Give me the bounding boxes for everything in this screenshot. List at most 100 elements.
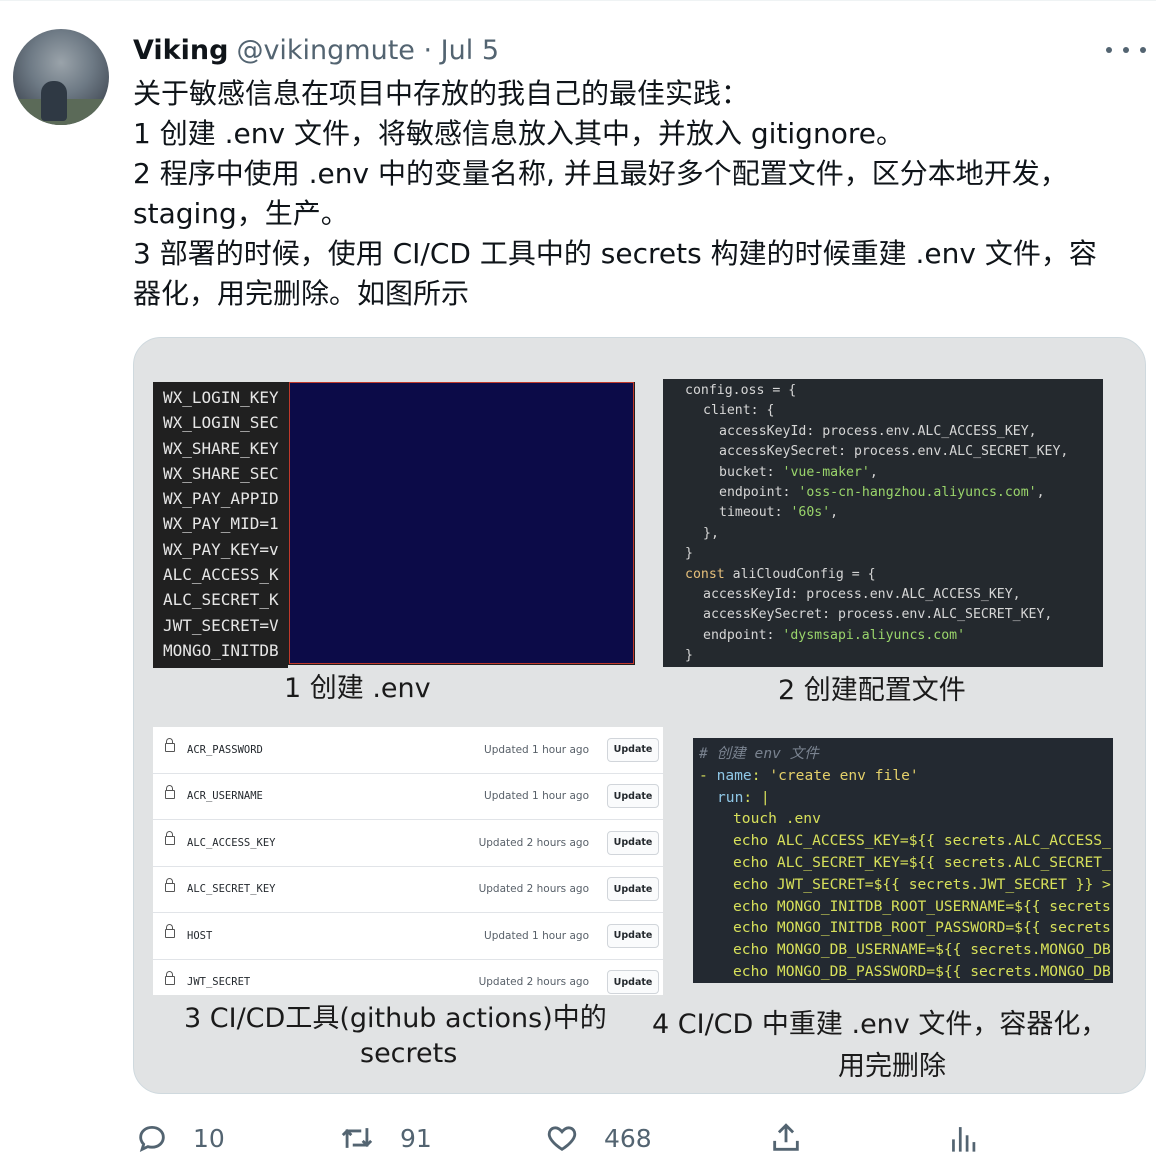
code-line: echo MONGO_INITDB_ROOT_PASSWORD=${{ secr… xyxy=(733,919,1111,937)
retweet-count: 91 xyxy=(400,1123,432,1153)
secret-row: HOST Updated 1 hour ago Update xyxy=(153,913,663,960)
heart-icon xyxy=(547,1126,577,1151)
update-button: Update xyxy=(607,923,659,948)
env-var-line: WX_LOGIN_SEC xyxy=(163,413,279,433)
code-line: echo JWT_SECRET=${{ secrets.JWT_SECRET }… xyxy=(733,875,1111,893)
code-line: run: | xyxy=(717,788,770,806)
secret-updated: Updated 1 hour ago xyxy=(484,743,589,756)
tweet-text-line: 器化，用完删除。如图所示 xyxy=(133,277,470,310)
code-line: client: { xyxy=(703,403,775,419)
redaction-box xyxy=(289,382,634,664)
panel1-caption: 1 创建 .env xyxy=(284,673,431,704)
secret-updated: Updated 1 hour ago xyxy=(484,929,589,942)
code-line: echo ALC_ACCESS_KEY=${{ secrets.ALC_ACCE… xyxy=(733,832,1111,850)
panel4-caption-line2: 用完删除 xyxy=(838,1051,946,1082)
lock-icon xyxy=(165,970,175,985)
tweet-text-line: 关于敏感信息在项目中存放的我自己的最佳实践： xyxy=(133,77,750,110)
env-file-screenshot: WX_LOGIN_KEY WX_LOGIN_SEC WX_SHARE_KEY W… xyxy=(153,382,635,668)
secret-name: HOST xyxy=(187,929,213,942)
secret-name: JWT_SECRET xyxy=(187,976,251,989)
code-line: echo MONGO_DB_USERNAME=${{ secrets.MONGO… xyxy=(733,941,1111,959)
tweet-text-line: 2 程序中使用 .env 中的变量名称, 并且最好多个配置文件，区分本地开发， xyxy=(133,157,1068,190)
secret-updated: Updated 2 hours ago xyxy=(478,836,589,849)
update-button: Update xyxy=(607,784,659,809)
panel3-caption-line2: secrets xyxy=(360,1038,458,1069)
code-line: bucket: 'vue-maker', xyxy=(719,464,878,480)
secret-row: ALC_SECRET_KEY Updated 2 hours ago Updat… xyxy=(153,867,663,913)
code-line: timeout: '60s', xyxy=(719,505,839,521)
secret-name: ALC_ACCESS_KEY xyxy=(187,836,276,849)
env-var-list: WX_LOGIN_KEY WX_LOGIN_SEC WX_SHARE_KEY W… xyxy=(153,382,288,668)
code-line: accessKeySecret: process.env.ALC_SECRET_… xyxy=(719,444,1069,460)
lock-icon xyxy=(165,738,175,752)
lock-icon xyxy=(165,831,175,845)
env-var-line: WX_PAY_APPID xyxy=(163,489,279,509)
like-button[interactable]: 468 xyxy=(544,1120,652,1156)
secret-name: ACR_PASSWORD xyxy=(187,743,263,756)
tweet-image[interactable]: WX_LOGIN_KEY WX_LOGIN_SEC WX_SHARE_KEY W… xyxy=(133,337,1146,1094)
tweet-text-line: staging，生产。 xyxy=(133,197,349,230)
lock-icon xyxy=(165,924,175,938)
config-code-screenshot: config.oss = { client: { accessKeyId: pr… xyxy=(663,379,1103,667)
reply-count: 10 xyxy=(193,1123,225,1153)
secret-name: ACR_USERNAME xyxy=(187,790,263,803)
tweet-text-line: 1 创建 .env 文件，将敏感信息放入其中，并放入 gitignore。 xyxy=(133,117,904,150)
env-var-line: MONGO_INITDB xyxy=(163,640,279,660)
tweet-text: 关于敏感信息在项目中存放的我自己的最佳实践： 1 创建 .env 文件，将敏感信… xyxy=(133,74,1143,314)
secret-row: ACR_USERNAME Updated 1 hour ago Update xyxy=(153,774,663,820)
tweet-header: Viking @vikingmute · Jul 5 xyxy=(133,33,499,67)
reply-button[interactable]: 10 xyxy=(135,1120,225,1156)
retweet-button[interactable]: 91 xyxy=(338,1120,432,1156)
analytics-button[interactable] xyxy=(948,1120,978,1156)
code-line: }, xyxy=(703,525,719,541)
share-icon xyxy=(773,1123,799,1151)
env-var-line: WX_LOGIN_KEY xyxy=(163,388,279,407)
update-button: Update xyxy=(607,970,659,995)
retweet-icon xyxy=(341,1128,373,1148)
code-line: echo MONGO_DB_PASSWORD=${{ secrets.MONGO… xyxy=(733,962,1111,980)
ci-yaml-screenshot: # 创建 env 文件 - name: 'create env file' ru… xyxy=(693,738,1113,983)
secret-updated: Updated 1 hour ago xyxy=(484,790,589,803)
github-secrets-screenshot: ACR_PASSWORD Updated 1 hour ago Update A… xyxy=(153,727,663,995)
secret-row: ACR_PASSWORD Updated 1 hour ago Update xyxy=(153,727,663,774)
code-line: - name: 'create env file' xyxy=(699,766,919,784)
env-var-line: WX_PAY_MID=1 xyxy=(163,514,279,534)
author-handle[interactable]: @vikingmute · Jul 5 xyxy=(236,35,499,66)
code-line: endpoint: 'oss-cn-hangzhou.aliyuncs.com'… xyxy=(719,485,1045,501)
tweet-text-line: 3 部署的时候，使用 CI/CD 工具中的 secrets 构建的时候重建 .e… xyxy=(133,237,1097,270)
code-line: endpoint: 'dysmsapi.aliyuncs.com' xyxy=(703,627,966,643)
avatar[interactable] xyxy=(13,29,109,125)
share-button[interactable] xyxy=(769,1120,803,1156)
panel2-caption: 2 创建配置文件 xyxy=(778,675,966,706)
code-line: # 创建 env 文件 xyxy=(699,745,819,762)
code-line: const aliCloudConfig = { xyxy=(685,566,876,582)
env-var-line: WX_PAY_KEY=v xyxy=(163,539,279,559)
env-var-line: WX_SHARE_KEY xyxy=(163,438,279,458)
reply-icon xyxy=(139,1125,165,1152)
code-line: } xyxy=(685,648,693,664)
lock-icon xyxy=(165,877,175,892)
lock-icon xyxy=(165,784,175,799)
env-var-line: ALC_ACCESS_K xyxy=(163,565,279,585)
code-line: } xyxy=(685,546,693,562)
update-button: Update xyxy=(607,737,659,762)
analytics-icon xyxy=(952,1127,976,1152)
panel3-caption-line1: 3 CI/CD工具(github actions)中的 xyxy=(184,1003,607,1034)
more-icon[interactable] xyxy=(1106,38,1146,62)
code-line: accessKeyId: process.env.ALC_ACCESS_KEY, xyxy=(719,423,1037,439)
code-line: accessKeySecret: process.env.ALC_SECRET_… xyxy=(703,607,1053,623)
panel4-caption-line1: 4 CI/CD 中重建 .env 文件，容器化， xyxy=(652,1009,1108,1040)
top-divider xyxy=(0,0,1156,5)
env-var-line: WX_SHARE_SEC xyxy=(163,463,279,483)
code-line: config.oss = { xyxy=(685,383,797,398)
update-button: Update xyxy=(607,830,659,855)
env-var-line: ALC_SECRET_K xyxy=(163,590,279,610)
secret-row: ALC_ACCESS_KEY Updated 2 hours ago Updat… xyxy=(153,820,663,867)
secret-name: ALC_SECRET_KEY xyxy=(187,883,276,896)
code-line: echo MONGO_INITDB_ROOT_USERNAME=${{ secr… xyxy=(733,897,1111,915)
secret-updated: Updated 2 hours ago xyxy=(478,976,589,989)
secret-updated: Updated 2 hours ago xyxy=(478,883,589,896)
author-name[interactable]: Viking xyxy=(133,35,228,66)
code-line: touch .env xyxy=(733,810,821,828)
code-line: accessKeyId: process.env.ALC_ACCESS_KEY, xyxy=(703,587,1021,603)
